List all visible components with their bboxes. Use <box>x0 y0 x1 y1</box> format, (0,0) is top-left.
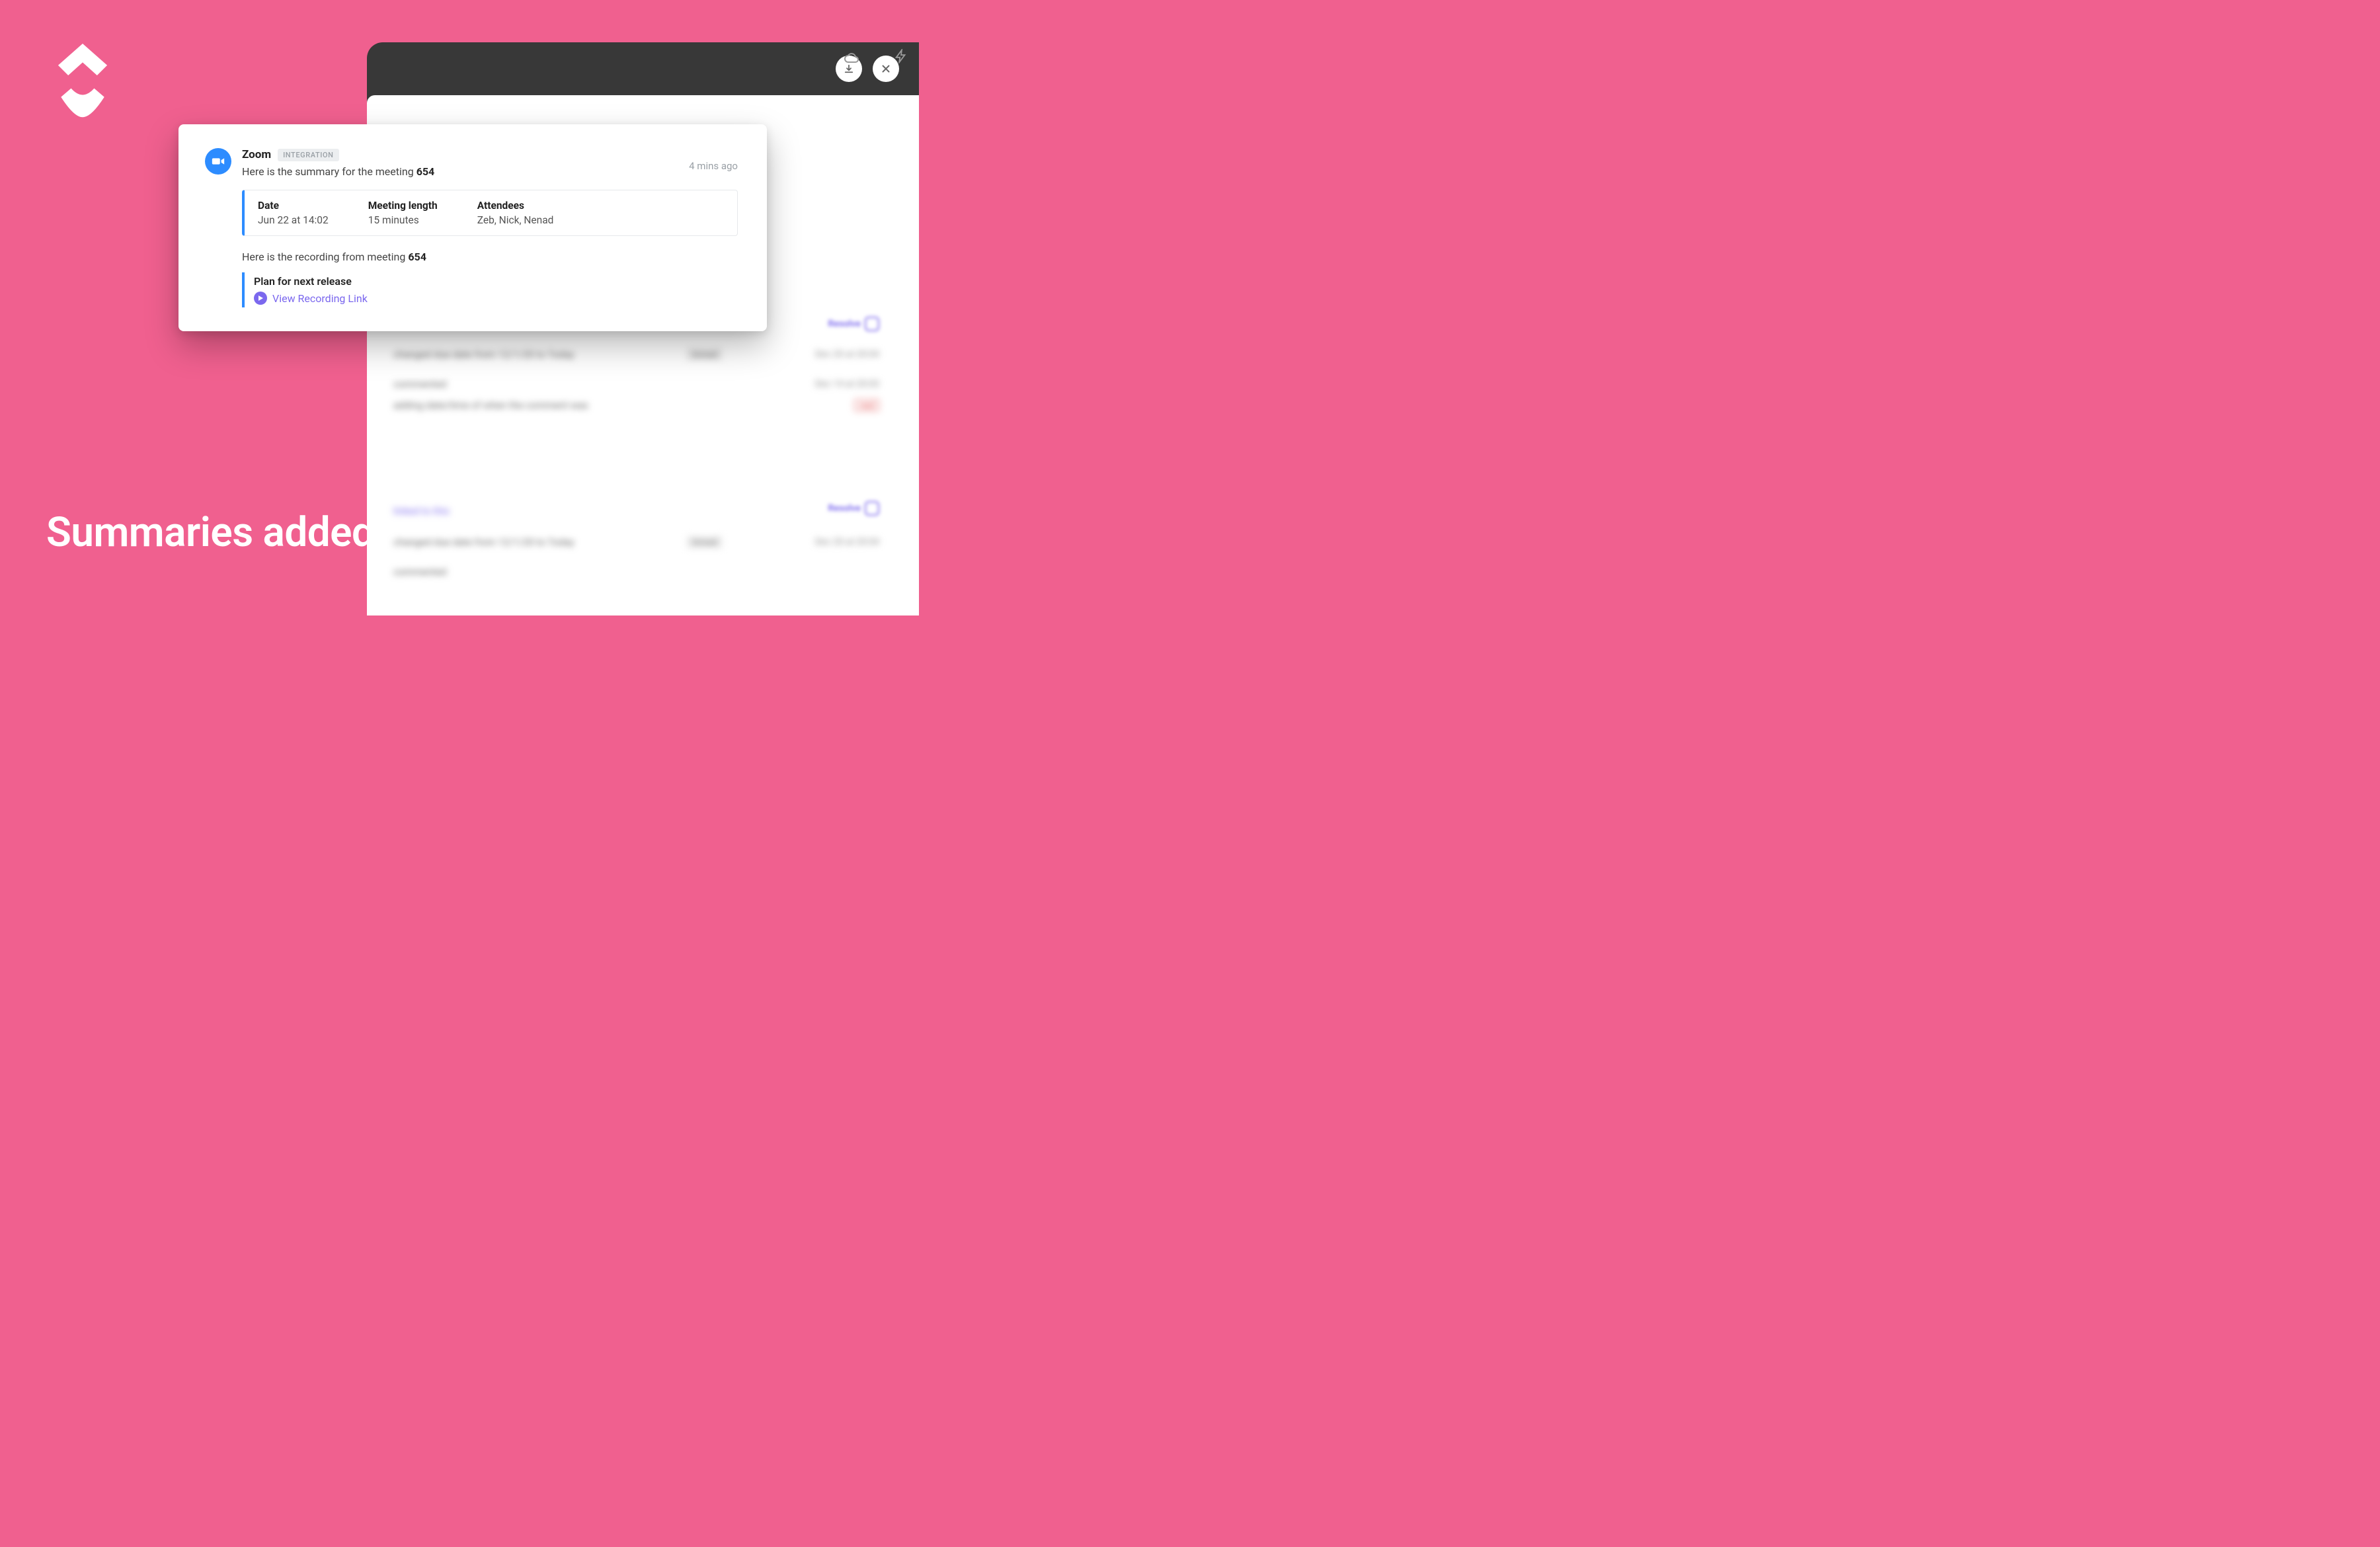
activity-text: changed due date from 12/1/20 to Today <box>393 348 575 360</box>
activity-row: commented <box>393 566 879 578</box>
zoom-summary-card: Zoom INTEGRATION Here is the summary for… <box>178 124 767 331</box>
resolve-button[interactable]: Resolve <box>828 317 879 331</box>
play-icon <box>254 292 267 305</box>
attendees-value: Zeb, Nick, Nenad <box>477 214 554 226</box>
recording-box: Plan for next release View Recording Lin… <box>242 272 738 307</box>
activity-text: commented <box>393 566 446 578</box>
clickup-logo <box>46 44 119 123</box>
activity-row: commented Dec 14 at 20:03 <box>393 378 879 390</box>
activity-text: adding date/time of when the comment was <box>393 399 588 411</box>
resolve-label: Resolve <box>828 503 861 514</box>
zoom-icon <box>205 148 231 175</box>
next-arrow-button[interactable] <box>886 360 903 380</box>
recording-intro-line: Here is the recording from meeting 654 <box>242 251 738 263</box>
activity-row: adding date/time of when the comment was… <box>393 399 879 411</box>
activity-date: Dec 20 at 20:04 <box>815 537 879 547</box>
activity-date: Dec 14 at 20:03 <box>815 379 879 389</box>
cloud-icon <box>844 49 859 65</box>
unread-pill: Unread <box>686 536 722 549</box>
checkbox-icon <box>865 317 879 331</box>
chevron-right-icon <box>886 360 903 377</box>
bolt-icon <box>894 49 908 63</box>
length-label: Meeting length <box>368 200 438 212</box>
date-value: Jun 22 at 14:02 <box>258 214 329 226</box>
summary-intro-line: Here is the summary for the meeting 654 <box>242 165 738 178</box>
close-icon <box>880 63 892 75</box>
resolve-label: Resolve <box>828 319 861 329</box>
recording-title: Plan for next release <box>254 275 729 288</box>
checkbox-icon <box>865 501 879 516</box>
read-tag: read <box>854 399 879 411</box>
activity-link[interactable]: linked to this <box>393 505 450 517</box>
integration-badge: INTEGRATION <box>278 149 339 161</box>
activity-row: changed due date from 12/1/20 to Today U… <box>393 536 879 549</box>
meeting-summary-box: Date Jun 22 at 14:02 Meeting length 15 m… <box>242 190 738 236</box>
activity-row: changed due date from 12/1/20 to Today U… <box>393 348 879 361</box>
date-label: Date <box>258 200 329 212</box>
view-recording-link[interactable]: View Recording Link <box>272 292 368 305</box>
integration-name: Zoom <box>242 148 271 161</box>
attendees-label: Attendees <box>477 200 554 212</box>
activity-date: Dec 20 at 20:04 <box>815 349 879 360</box>
length-value: 15 minutes <box>368 214 438 226</box>
activity-text: changed due date from 12/1/20 to Today <box>393 536 575 548</box>
card-timestamp: 4 mins ago <box>689 160 738 172</box>
activity-row: linked to this <box>393 505 879 517</box>
resolve-button[interactable]: Resolve <box>828 501 879 516</box>
window-titlebar <box>367 42 919 95</box>
activity-text: commented <box>393 378 446 390</box>
unread-pill: Unread <box>686 348 722 361</box>
